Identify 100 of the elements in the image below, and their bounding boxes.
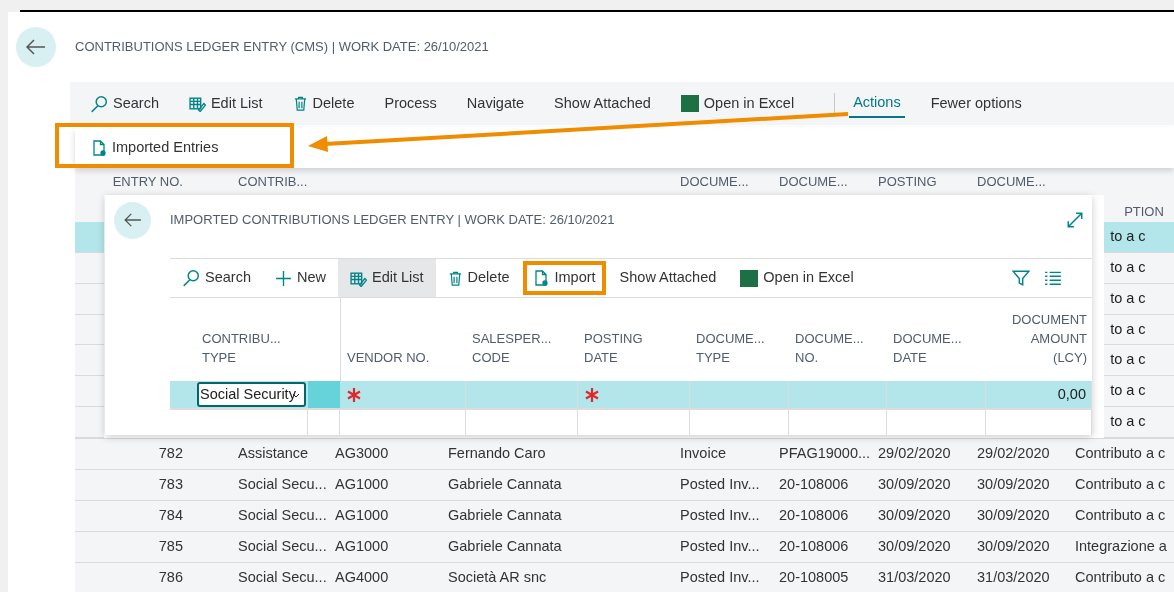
table-cell-text: Contributo a c [1075, 444, 1166, 464]
column-header: DOCUME... [779, 172, 848, 191]
plus-icon [274, 269, 292, 287]
search-icon [182, 269, 200, 287]
column-header: CONTRIB... [238, 172, 308, 191]
back-button[interactable] [16, 27, 56, 67]
table-cell-text: 784 [158, 506, 183, 526]
action-button[interactable]: Edit List [184, 89, 267, 118]
table-cell-text: 20-108006 [779, 506, 849, 526]
table-cell-text: 0,00 [1057, 384, 1086, 404]
table-cell-text: 30/09/2020 [878, 506, 951, 526]
table-cell-text: 30/09/2020 [878, 537, 951, 557]
table-cell-text: Società AR snc [448, 568, 547, 588]
back-button[interactable] [114, 201, 151, 239]
document-import-icon [91, 138, 107, 157]
expand-button[interactable] [1066, 211, 1084, 229]
table-cell-text: to a c [1110, 381, 1146, 401]
table-cell-text: 786 [158, 568, 183, 588]
table-cell-text: 29/02/2020 [878, 444, 951, 464]
action-tab[interactable]: Navigate [462, 89, 529, 118]
table-cell-text: Contributo a c [1075, 568, 1166, 588]
table-cell-text: 782 [158, 444, 183, 464]
column-header: POSTING DATE [584, 330, 643, 367]
table-cell-text: Social Secu... [238, 537, 327, 557]
table-cell-text: Integrazione a [1075, 537, 1167, 557]
page-title: CONTRIBUTIONS LEDGER ENTRY (CMS) | WORK DATE: 26/10/2021 [75, 38, 489, 57]
action-button[interactable]: Search [170, 259, 263, 297]
table-cell-text: to a c [1110, 226, 1146, 246]
table-cell-text: 30/09/2020 [977, 475, 1050, 495]
table-cell [308, 381, 340, 408]
dialog-title: IMPORTED CONTRIBUTIONS LEDGER ENTRY | WORK DATE: 26/10/2021 [170, 211, 615, 230]
action-button[interactable]: Search [86, 89, 163, 118]
column-header: PTION [1124, 203, 1164, 222]
table-cell-text: Gabriele Cannata [448, 506, 562, 526]
table-cell-text: Gabriele Cannata [448, 537, 562, 557]
table-cell-text: Contributo a c [1075, 475, 1166, 495]
table-cell-text: Posted Inv... [680, 537, 760, 557]
column-header: DOCUME... [977, 172, 1046, 191]
table-cell-text: AG1000 [335, 506, 389, 526]
column-header: DOCUME... [680, 172, 749, 191]
table-cell-text: Contributo a c [1075, 506, 1166, 526]
action-button[interactable]: Delete [288, 89, 359, 118]
action-button[interactable]: Open in Excel [728, 259, 866, 297]
action-tab[interactable]: Fewer options [926, 89, 1026, 118]
table-cell-text: Posted Inv... [680, 506, 760, 526]
table-cell-text: 31/03/2020 [878, 568, 951, 588]
table-cell-text: to a c [1110, 412, 1146, 432]
action-button[interactable]: New [262, 259, 338, 297]
edit-list-icon [188, 95, 206, 112]
column-header: DOCUME... NO. [795, 330, 864, 367]
table-cell-text: 20-108005 [779, 568, 849, 588]
table-cell-text: 783 [158, 475, 183, 495]
table-cell-text: to a c [1110, 319, 1146, 339]
table-cell-text: 30/09/2020 [878, 475, 951, 495]
table-cell-text: PFAG19000... [779, 444, 870, 464]
required-icon [346, 386, 362, 403]
column-header: CONTRIBU... TYPE [202, 330, 281, 367]
table-cell-text: Social Secu... [238, 506, 327, 526]
document-import-icon [533, 269, 550, 287]
table-cell-text: Social Secu... [238, 568, 327, 588]
table-cell-text: to a c [1110, 350, 1146, 370]
table-cell-text: Social Secu... [238, 475, 327, 495]
table-cell-text: AG1000 [335, 475, 389, 495]
table-cell-text: to a c [1110, 257, 1146, 277]
column-header: DOCUME... TYPE [696, 330, 765, 367]
table-cell-text: Assistance [238, 444, 309, 464]
action-tab[interactable]: Process [380, 89, 441, 118]
search-icon [90, 94, 108, 113]
table-cell-text: AG3000 [335, 444, 389, 464]
column-header: DOCUMENT AMOUNT (LCY) [1011, 311, 1087, 367]
action-button[interactable]: Open in Excel [676, 89, 799, 118]
column-header: SALESPER... CODE [472, 330, 552, 367]
table-cell-text: 30/09/2020 [977, 537, 1050, 557]
table-cell-text: 31/03/2020 [977, 568, 1050, 588]
column-header: POSTING [878, 172, 937, 191]
column-header: DOCUME... DATE [893, 330, 962, 367]
dropdown-field[interactable]: Social Security [197, 382, 306, 407]
action-tab[interactable]: Actions [849, 89, 905, 118]
table-cell-text: Fernando Caro [448, 444, 546, 464]
column-header: VENDOR NO. [347, 349, 430, 367]
action-tab[interactable]: Show Attached [550, 89, 655, 118]
table-cell-text: 20-108006 [779, 475, 849, 495]
required-icon [584, 386, 600, 403]
table-cell-text: AG4000 [335, 568, 389, 588]
filter-icon [1012, 269, 1030, 287]
table-cell-text: AG1000 [335, 537, 389, 557]
table-cell-text: Posted Inv... [680, 475, 760, 495]
action-tab[interactable]: Show Attached [607, 259, 729, 297]
column-header: ENTRY NO. [112, 172, 183, 191]
edit-list-icon [349, 269, 367, 287]
menu-item[interactable]: Imported Entries [91, 136, 219, 159]
arrow-left-icon [123, 213, 142, 227]
table-cell-text: to a c [1110, 288, 1146, 308]
table-cell-text: Posted Inv... [680, 568, 760, 588]
table-cell-text: 29/02/2020 [977, 444, 1050, 464]
table-cell-text: Invoice [680, 444, 726, 464]
action-button[interactable]: Import [521, 259, 608, 297]
action-button[interactable]: Edit List [337, 259, 436, 297]
action-button[interactable]: Delete [435, 259, 522, 297]
table-cell-text: Gabriele Cannata [448, 475, 562, 495]
